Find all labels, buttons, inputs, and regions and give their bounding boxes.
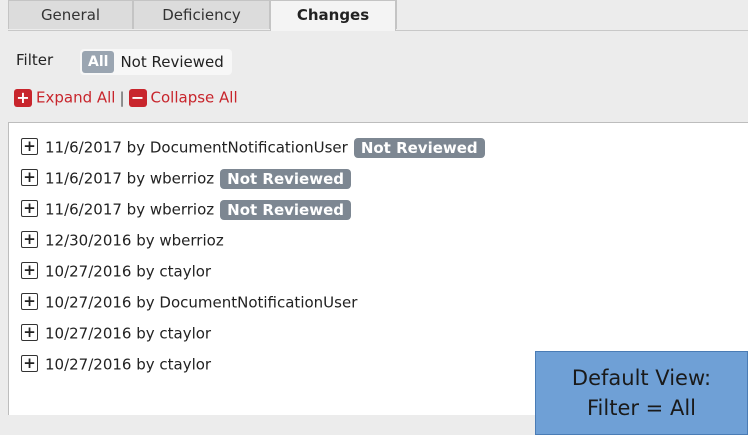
- separator: |: [119, 88, 125, 107]
- filter-option-all[interactable]: All: [82, 51, 115, 73]
- change-entry: 10/27/2016 by DocumentNotificationUser: [45, 293, 358, 312]
- list-item[interactable]: +10/27/2016 by ctaylor: [21, 259, 485, 290]
- tab-changes[interactable]: Changes: [270, 0, 396, 31]
- plus-box-icon[interactable]: +: [21, 138, 38, 155]
- collapse-all-link[interactable]: Collapse All: [151, 89, 238, 107]
- list-item[interactable]: +11/6/2017 by wberrioz Not Reviewed: [21, 197, 485, 228]
- callout-line-1: Default View:: [571, 366, 712, 390]
- callout-line-2: Filter = All: [587, 396, 696, 420]
- expand-all-link[interactable]: Expand All: [36, 89, 115, 107]
- plus-box-icon[interactable]: +: [21, 324, 38, 341]
- list-item[interactable]: +12/30/2016 by wberrioz: [21, 228, 485, 259]
- change-entry: 10/27/2016 by ctaylor: [45, 355, 212, 374]
- change-entry: 12/30/2016 by wberrioz: [45, 231, 224, 250]
- change-entry: 10/27/2016 by ctaylor: [45, 262, 212, 281]
- filter-segmented-control: All Not Reviewed: [80, 49, 232, 75]
- list-item[interactable]: +10/27/2016 by ctaylor: [21, 352, 485, 383]
- tab-general[interactable]: General: [8, 0, 133, 29]
- expand-collapse-row: + Expand All | − Collapse All: [14, 88, 238, 108]
- change-entry: 11/6/2017 by wberrioz: [45, 200, 215, 219]
- plus-box-icon[interactable]: +: [21, 262, 38, 279]
- status-badge: Not Reviewed: [220, 199, 351, 220]
- tab-bar-filler: [396, 0, 748, 29]
- list-item[interactable]: +11/6/2017 by DocumentNotificationUser No…: [21, 135, 485, 166]
- plus-square-icon[interactable]: +: [14, 88, 32, 107]
- tab-bar: General Deficiency Changes: [8, 0, 748, 31]
- change-entry: 10/27/2016 by ctaylor: [45, 324, 212, 343]
- status-badge: Not Reviewed: [353, 137, 485, 158]
- plus-box-icon[interactable]: +: [21, 355, 38, 372]
- change-entry: 11/6/2017 by wberrioz: [45, 169, 215, 188]
- plus-box-icon[interactable]: +: [21, 293, 38, 310]
- plus-box-icon[interactable]: +: [21, 231, 38, 248]
- change-entry: 11/6/2017 by DocumentNotificationUser: [45, 138, 348, 157]
- plus-box-icon[interactable]: +: [21, 169, 38, 186]
- tab-deficiency[interactable]: Deficiency: [133, 0, 270, 29]
- changes-list: +11/6/2017 by DocumentNotificationUser No…: [21, 135, 485, 383]
- plus-box-icon[interactable]: +: [21, 200, 38, 217]
- filter-option-not-reviewed[interactable]: Not Reviewed: [114, 49, 231, 75]
- annotation-callout: Default View: Filter = All: [535, 351, 748, 435]
- filter-label: Filter: [16, 51, 54, 69]
- list-item[interactable]: +10/27/2016 by DocumentNotificationUser: [21, 290, 485, 321]
- list-item[interactable]: +10/27/2016 by ctaylor: [21, 321, 485, 352]
- status-badge: Not Reviewed: [220, 168, 351, 189]
- minus-square-icon[interactable]: −: [128, 88, 147, 107]
- list-item[interactable]: +11/6/2017 by wberrioz Not Reviewed: [21, 166, 485, 197]
